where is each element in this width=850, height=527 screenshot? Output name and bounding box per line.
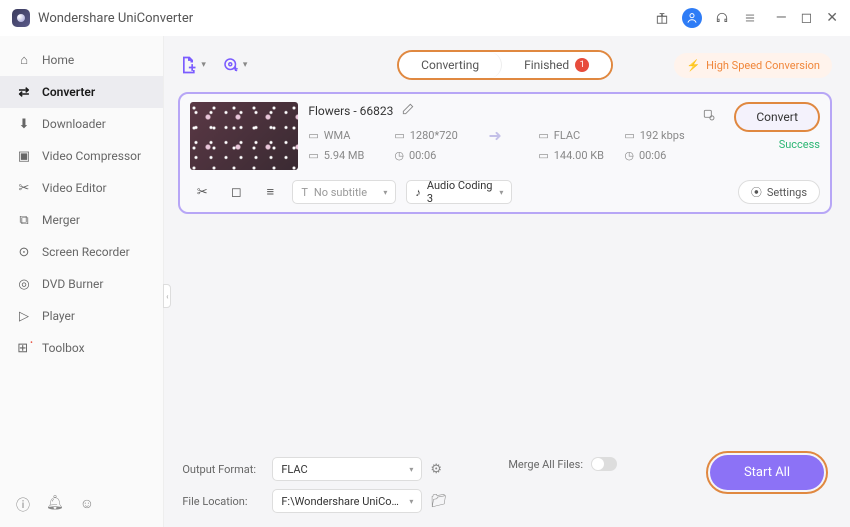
src-format: WMA	[324, 129, 351, 142]
subtitle-dropdown[interactable]: T No subtitle ▾	[292, 180, 396, 204]
file-location-label: File Location:	[182, 495, 264, 508]
editor-icon: ✂	[16, 180, 32, 196]
tab-finished[interactable]: Finished1	[502, 52, 611, 78]
chevron-down-icon: ▾	[409, 465, 413, 474]
arrow-icon: ➜	[488, 126, 512, 145]
chevron-down-icon: ▾	[243, 60, 248, 70]
app-logo	[12, 9, 30, 27]
search-icon: ⦿	[751, 184, 762, 200]
sidebar-item-merger[interactable]: ⧉Merger	[0, 204, 163, 236]
finished-count-badge: 1	[575, 58, 589, 72]
tab-converting[interactable]: Converting	[399, 52, 502, 78]
video-thumbnail[interactable]	[190, 102, 298, 170]
src-res: 1280*720	[410, 129, 458, 142]
start-all-button[interactable]: Start All	[710, 455, 824, 490]
help-icon[interactable]: ⓘ	[16, 495, 30, 515]
chevron-down-icon: ▾	[383, 188, 387, 197]
dst-format: FLAC	[554, 129, 580, 142]
converter-icon: ⇄	[16, 84, 32, 100]
compressor-icon: ▣	[16, 148, 32, 164]
sidebar-item-dvd[interactable]: ◎DVD Burner	[0, 268, 163, 300]
chevron-down-icon: ▾	[201, 60, 206, 70]
gift-icon[interactable]	[654, 10, 670, 26]
user-badge[interactable]	[682, 8, 702, 28]
size-icon: ▭	[538, 149, 548, 162]
minimize-button[interactable]: —	[776, 11, 787, 25]
bolt-icon: ⚡	[686, 59, 700, 72]
status-text: Success	[779, 138, 820, 151]
merger-icon: ⧉	[16, 212, 32, 228]
bitrate-icon: ▭	[624, 129, 634, 142]
collapse-handle[interactable]: ‹	[163, 284, 171, 308]
menu-icon[interactable]	[742, 10, 758, 26]
video-icon: ▭	[308, 129, 318, 142]
merge-toggle[interactable]	[591, 457, 617, 471]
close-button[interactable]: ✕	[826, 11, 838, 25]
high-speed-conversion[interactable]: ⚡ High Speed Conversion	[674, 53, 832, 78]
resolution-icon: ▭	[394, 129, 404, 142]
headset-icon[interactable]	[714, 10, 730, 26]
sidebar: ⌂Home ⇄Converter ⬇Downloader ▣Video Comp…	[0, 36, 164, 527]
file-name: Flowers - 66823	[308, 104, 393, 118]
dst-dur: 00:06	[639, 149, 666, 162]
feedback-icon[interactable]: ☺	[80, 495, 94, 515]
sidebar-item-home[interactable]: ⌂Home	[0, 44, 163, 76]
app-title: Wondershare UniConverter	[38, 11, 193, 26]
chevron-down-icon: ▾	[409, 497, 413, 506]
video-icon: ▭	[538, 129, 548, 142]
home-icon: ⌂	[16, 52, 32, 68]
toolbox-icon: ⊞	[16, 340, 32, 356]
player-icon: ▷	[16, 308, 32, 324]
add-disc-button[interactable]: ▾	[222, 56, 248, 74]
settings-button[interactable]: ⦿ Settings	[738, 180, 820, 204]
trim-icon[interactable]: ✂	[190, 185, 214, 200]
audio-codec-dropdown[interactable]: ♪ Audio Coding 3 ▾	[406, 180, 512, 204]
toolbar: ▾ ▾ Converting Finished1 ⚡ High Speed Co…	[178, 44, 832, 86]
sidebar-item-toolbox[interactable]: ⊞Toolbox	[0, 332, 163, 364]
add-file-button[interactable]: ▾	[178, 55, 206, 75]
subtitle-icon: T	[301, 186, 308, 199]
file-location-dropdown[interactable]: F:\Wondershare UniConverter▾	[272, 489, 422, 513]
src-dur: 00:06	[409, 149, 436, 162]
clock-icon: ◷	[624, 149, 634, 162]
size-icon: ▭	[308, 149, 318, 162]
audio-icon: ♪	[415, 186, 421, 199]
sidebar-item-player[interactable]: ▷Player	[0, 300, 163, 332]
downloader-icon: ⬇	[16, 116, 32, 132]
status-tabs: Converting Finished1	[397, 50, 613, 80]
chevron-down-icon: ▾	[499, 188, 503, 197]
open-folder-icon[interactable]: 📁︎	[430, 494, 447, 509]
edit-name-icon[interactable]	[401, 102, 415, 119]
start-all-highlight: Start All	[706, 451, 828, 494]
src-size: 5.94 MB	[324, 149, 365, 162]
bell-icon[interactable]: 🔔︎	[46, 495, 64, 515]
recorder-icon: ⊙	[16, 244, 32, 260]
sidebar-item-converter[interactable]: ⇄Converter	[0, 76, 163, 108]
more-icon[interactable]: ≡	[258, 184, 282, 200]
crop-icon[interactable]: ◻	[224, 185, 248, 200]
file-card: Flowers - 66823 ▭ WMA ▭ 1280*720 ➜ ▭ FLAC ▭…	[178, 92, 832, 214]
sidebar-item-compressor[interactable]: ▣Video Compressor	[0, 140, 163, 172]
dst-size: 144.00 KB	[554, 149, 604, 162]
output-settings-icon[interactable]	[702, 108, 716, 170]
sidebar-item-editor[interactable]: ✂Video Editor	[0, 172, 163, 204]
convert-button[interactable]: Convert	[734, 102, 820, 132]
bottom-bar: Output Format: FLAC▾ ⚙ File Location: F:…	[178, 447, 832, 519]
clock-icon: ◷	[394, 149, 404, 162]
dvd-icon: ◎	[16, 276, 32, 292]
sidebar-item-downloader[interactable]: ⬇Downloader	[0, 108, 163, 140]
output-format-dropdown[interactable]: FLAC▾	[272, 457, 422, 481]
maximize-button[interactable]: ◻	[801, 11, 813, 25]
merge-label: Merge All Files:	[508, 458, 583, 471]
output-format-label: Output Format:	[182, 463, 264, 476]
content-area: ▾ ▾ Converting Finished1 ⚡ High Speed Co…	[164, 36, 850, 527]
format-settings-icon[interactable]: ⚙	[430, 462, 442, 477]
sidebar-item-recorder[interactable]: ⊙Screen Recorder	[0, 236, 163, 268]
dst-bitrate: 192 kbps	[640, 129, 685, 142]
titlebar: Wondershare UniConverter — ◻ ✕	[0, 0, 850, 36]
